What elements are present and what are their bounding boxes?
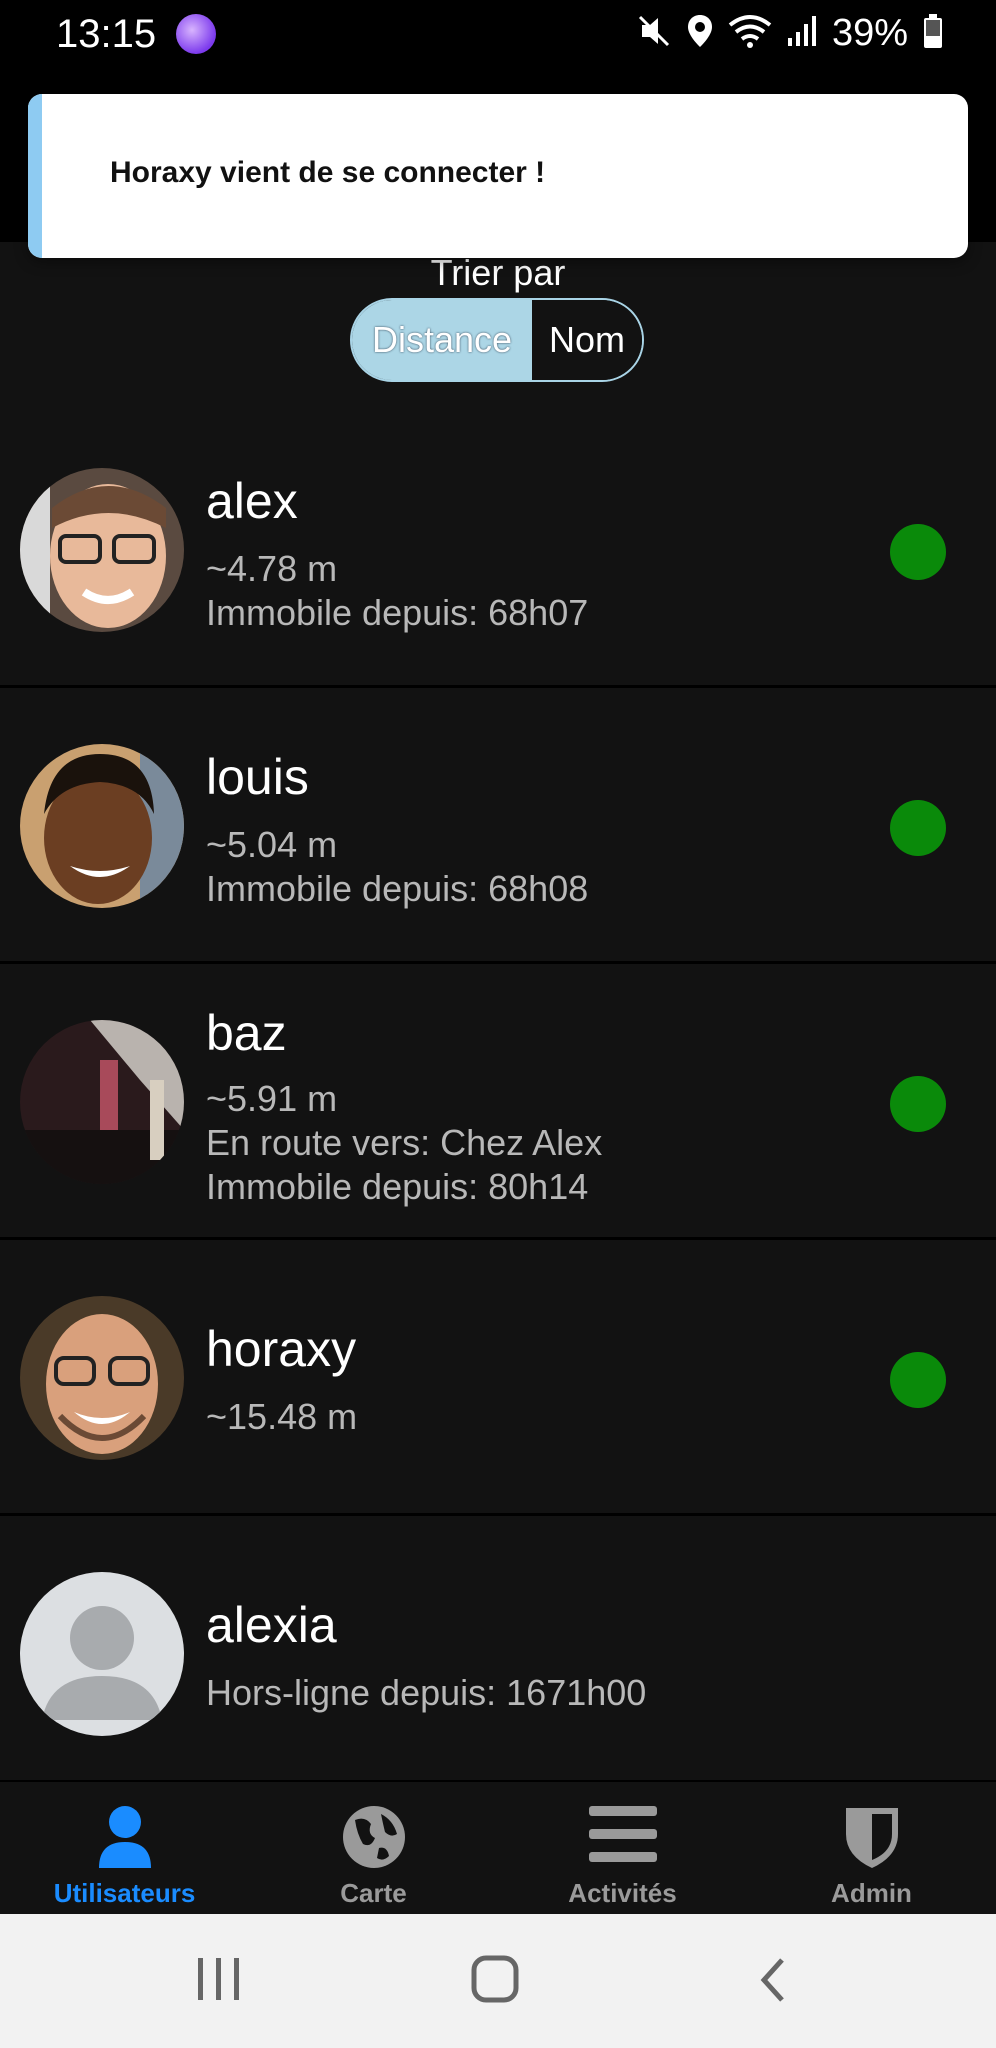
toast-message: Horaxy vient de se connecter ! — [110, 156, 546, 189]
toast-notification[interactable]: Horaxy vient de se connecter ! — [28, 94, 968, 258]
status-time: 13:15 — [56, 12, 157, 56]
user-name: horaxy — [206, 1321, 357, 1377]
nav-utilisateurs[interactable]: Utilisateurs — [0, 1782, 249, 1916]
user-status: Immobile depuis: 68h07 — [206, 592, 589, 633]
menu-icon — [588, 1804, 657, 1869]
nav-carte[interactable]: Carte — [249, 1782, 498, 1916]
nav-label: Activités — [568, 1878, 677, 1908]
user-row-baz[interactable]: baz ~5.91 m En route vers: Chez Alex Imm… — [0, 964, 996, 1240]
user-name: alex — [206, 473, 298, 529]
recent-apps-icon[interactable] — [196, 1952, 242, 2013]
user-name: louis — [206, 749, 309, 805]
battery-icon — [922, 13, 944, 54]
avatar — [20, 744, 184, 908]
bottom-navigation: Utilisateurs Carte Activités Admin — [0, 1780, 996, 1916]
user-name: baz — [206, 1005, 287, 1061]
home-icon[interactable] — [470, 1952, 526, 2013]
avatar — [20, 1296, 184, 1460]
user-name: alexia — [206, 1597, 337, 1653]
nav-label: Utilisateurs — [53, 1878, 196, 1908]
avatar — [20, 1572, 184, 1736]
user-row-louis[interactable]: louis ~5.04 m Immobile depuis: 68h08 — [0, 688, 996, 964]
user-distance: ~5.91 m — [206, 1078, 338, 1119]
system-navigation-bar — [0, 1914, 996, 2048]
location-icon — [686, 13, 714, 54]
user-distance: ~15.48 m — [206, 1396, 358, 1437]
battery-percent: 39% — [831, 12, 908, 54]
online-indicator — [890, 1076, 946, 1132]
back-icon[interactable] — [754, 1952, 794, 2013]
status-bar: 13:15 39% — [0, 0, 996, 72]
sort-option-nom[interactable]: Nom — [532, 300, 642, 380]
avatar — [20, 468, 184, 632]
user-row-alexia[interactable]: alexia Hors-ligne depuis: 1671h00 — [0, 1516, 996, 1792]
online-indicator — [890, 1352, 946, 1408]
user-status: Immobile depuis: 80h14 — [206, 1166, 589, 1207]
nav-admin[interactable]: Admin — [747, 1782, 996, 1916]
online-indicator — [890, 800, 946, 856]
globe-icon — [341, 1804, 407, 1875]
user-row-horaxy[interactable]: horaxy ~15.48 m — [0, 1240, 996, 1516]
user-icon — [95, 1804, 155, 1875]
toast-accent-bar — [28, 94, 42, 258]
shield-icon — [844, 1804, 900, 1875]
user-distance: ~4.78 m — [206, 548, 338, 589]
wifi-icon — [728, 13, 772, 54]
avatar — [20, 1020, 184, 1184]
online-indicator — [890, 524, 946, 580]
sort-toggle: Distance Nom — [350, 298, 644, 382]
nav-activites[interactable]: Activités — [498, 1782, 747, 1916]
nav-label: Admin — [831, 1878, 912, 1908]
mute-icon — [636, 13, 672, 54]
user-distance: ~5.04 m — [206, 824, 338, 865]
sort-label: Trier par — [430, 252, 566, 293]
user-row-alex[interactable]: alex ~4.78 m Immobile depuis: 68h07 — [0, 412, 996, 688]
user-status: Immobile depuis: 68h08 — [206, 868, 589, 909]
user-list: alex ~4.78 m Immobile depuis: 68h07 loui… — [0, 412, 996, 1792]
signal-icon — [786, 14, 818, 53]
sort-option-distance[interactable]: Distance — [352, 300, 532, 380]
app-notification-icon — [176, 14, 216, 54]
nav-label: Carte — [340, 1878, 407, 1908]
user-destination: En route vers: Chez Alex — [206, 1122, 603, 1163]
user-status: Hors-ligne depuis: 1671h00 — [206, 1672, 647, 1713]
